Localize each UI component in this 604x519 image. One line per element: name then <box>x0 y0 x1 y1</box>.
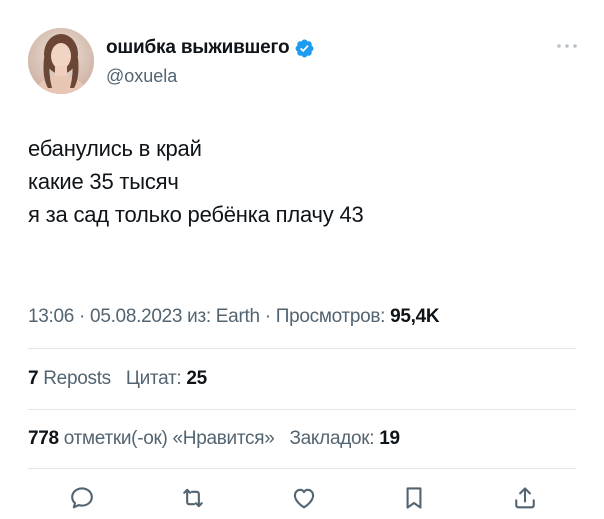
likes-link[interactable]: 778 отметки(-ок) «Нравится» <box>28 428 275 449</box>
meta-separator: · <box>259 306 276 327</box>
like-icon[interactable] <box>290 484 318 512</box>
tweet-meta: 13:06 · 05.08.2023 из: Earth · Просмотро… <box>28 306 440 328</box>
tweet-text: ебанулись в край какие 35 тысяч я за сад… <box>28 132 364 231</box>
reposts-label: Reposts <box>43 368 111 389</box>
author-handle[interactable]: @oxuela <box>106 66 177 87</box>
author-name-row: ошибка выжившего <box>106 37 315 59</box>
tweet-source: из: Earth <box>187 306 260 327</box>
divider <box>28 468 576 469</box>
tweet-date[interactable]: 05.08.2023 <box>90 306 182 327</box>
views-count: 95,4K <box>390 306 440 327</box>
bookmarks-link[interactable]: Закладок: 19 <box>289 428 400 449</box>
tweet-text-line: какие 35 тысяч <box>28 169 179 194</box>
tweet-text-line: я за сад только ребёнка плачу 43 <box>28 202 364 227</box>
avatar[interactable] <box>28 28 94 94</box>
bookmarks-label: Закладок: <box>289 428 375 449</box>
reposts-link[interactable]: 7 Reposts <box>28 368 111 389</box>
bookmark-icon[interactable] <box>400 484 428 512</box>
reply-icon[interactable] <box>68 484 96 512</box>
retweet-icon[interactable] <box>179 484 207 512</box>
more-options-icon[interactable] <box>554 36 580 56</box>
share-icon[interactable] <box>511 484 539 512</box>
quotes-link[interactable]: Цитат: 25 <box>126 368 207 389</box>
tweet-text-line: ебанулись в край <box>28 136 202 161</box>
stats-row-reposts: 7 Reposts Цитат: 25 <box>28 368 207 390</box>
meta-separator: · <box>74 306 91 327</box>
bookmarks-count: 19 <box>379 428 400 449</box>
divider <box>28 348 576 349</box>
quotes-count: 25 <box>186 368 207 389</box>
action-bar <box>28 484 576 512</box>
quotes-label: Цитат: <box>125 368 182 389</box>
reposts-count: 7 <box>28 368 39 389</box>
tweet-time[interactable]: 13:06 <box>28 306 74 327</box>
likes-count: 778 <box>28 428 59 449</box>
likes-label: отметки(-ок) «Нравится» <box>63 428 275 449</box>
views-label: Просмотров: <box>275 306 386 327</box>
stats-row-likes: 778 отметки(-ок) «Нравится» Закладок: 19 <box>28 428 400 450</box>
author-display-name[interactable]: ошибка выжившего <box>106 37 290 59</box>
tweet-header: ошибка выжившего @oxuela <box>28 28 580 94</box>
divider <box>28 409 576 410</box>
verified-badge-icon <box>294 38 315 59</box>
